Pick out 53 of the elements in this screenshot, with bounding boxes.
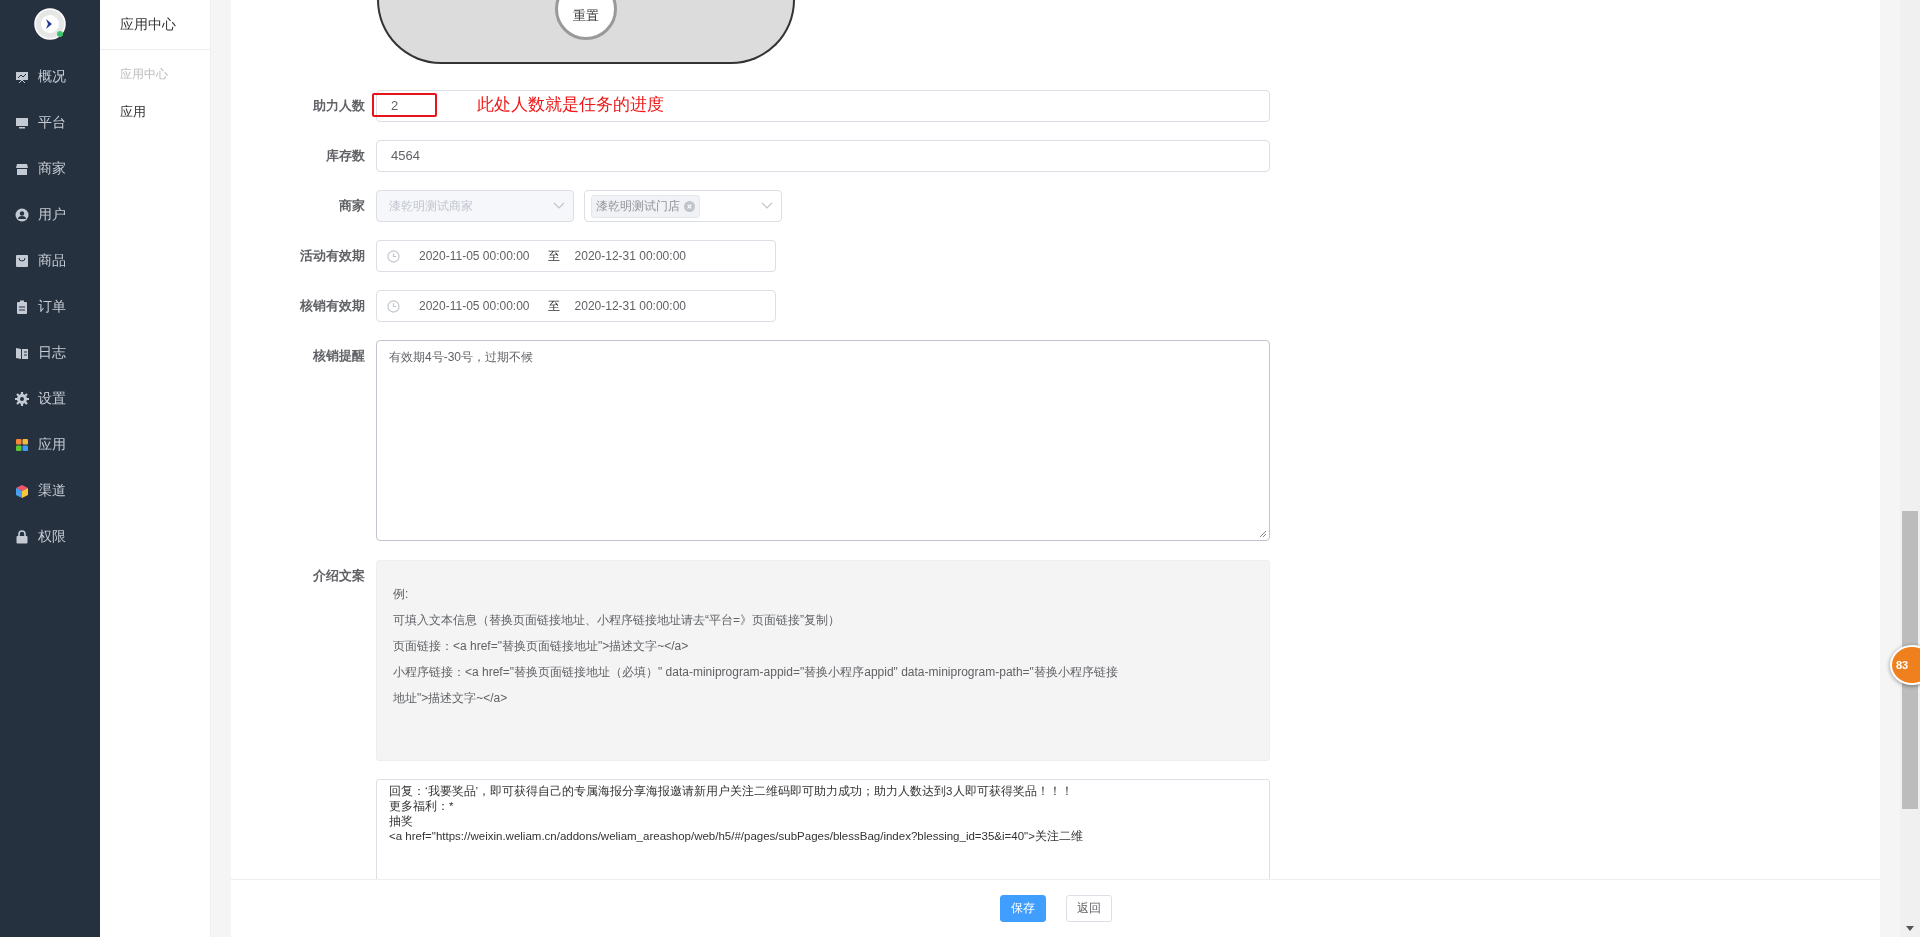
field-label: 库存数 [326,148,365,163]
date-range-field[interactable]: 2020-11-05 00:00:00 至 2020-12-31 00:00:00 [376,240,776,272]
field-label: 助力人数 [313,98,365,113]
cube-icon [15,484,29,498]
user-icon [15,208,29,222]
scroll-down-icon[interactable] [1906,926,1914,931]
field-label: 活动有效期 [300,248,365,263]
annotation-text: 此处人数就是任务的进度 [477,94,664,116]
sidebar-item[interactable]: 平台 [0,100,100,146]
sidebar-item[interactable]: 应用 [0,422,100,468]
grid-icon [15,438,29,452]
bag-icon [15,254,29,268]
hint-text: 小程序链接：<a href="替换页面链接地址（必填）" data-miniprogram-appid="替换小程序appid" data-miniprogram-path="替换小程序链接 [393,664,1118,681]
subnav-title: 应用中心 [100,0,210,50]
store-icon [15,162,29,176]
sidebar-item[interactable]: 订单 [0,284,100,330]
hint-text: 可填入文本信息（替换页面链接地址、小程序链接地址请去“平台=》页面链接”复制） [393,612,840,629]
field-label: 商家 [339,198,365,213]
caret-icon [553,202,565,210]
back-button[interactable]: 返回 [1065,895,1112,922]
field-label: 核销提醒 [313,348,365,363]
text-area[interactable]: 有效期4号-30号，过期不候 [376,340,1270,541]
reset-button[interactable]: 重置 [555,0,617,40]
sidebar-item[interactable]: 权限 [0,514,100,560]
field-label: 核销有效期 [300,298,365,313]
sidebar-item[interactable]: 设置 [0,376,100,422]
resize-handle-icon[interactable] [1259,530,1267,538]
clock-icon [387,249,400,263]
sidebar-item[interactable]: 日志 [0,330,100,376]
annotation-box [372,93,437,117]
hint-text: 页面链接：<a href="替换页面链接地址">描述文字~</a> [393,638,689,655]
logo-icon[interactable] [34,8,66,40]
caret-icon [761,202,773,210]
tag: 漆乾明测试门店 [591,194,700,218]
sidebar-item[interactable]: 渠道 [0,468,100,514]
gear-icon [15,392,29,406]
subnav-item[interactable]: 应用 [100,83,146,121]
clock-icon [387,299,400,313]
hint-text: 地址">描述文字~</a> [393,690,508,707]
sidebar-item[interactable]: 概况 [0,54,100,100]
input-field[interactable]: 4564 [376,140,1270,172]
hint-text: 例: [393,586,409,603]
lock-icon [15,530,29,544]
field-label: 介绍文案 [313,568,365,583]
monitor-icon [15,116,29,130]
sidebar-item[interactable]: 商品 [0,238,100,284]
clipboard-icon [15,300,29,314]
book-icon [15,346,29,360]
date-range-field[interactable]: 2020-11-05 00:00:00 至 2020-12-31 00:00:00 [376,290,776,322]
sidebar-item[interactable]: 商家 [0,146,100,192]
sidebar-item[interactable]: 用户 [0,192,100,238]
subnav-group-label: 应用中心 [119,66,168,83]
presentation-icon [15,70,29,84]
